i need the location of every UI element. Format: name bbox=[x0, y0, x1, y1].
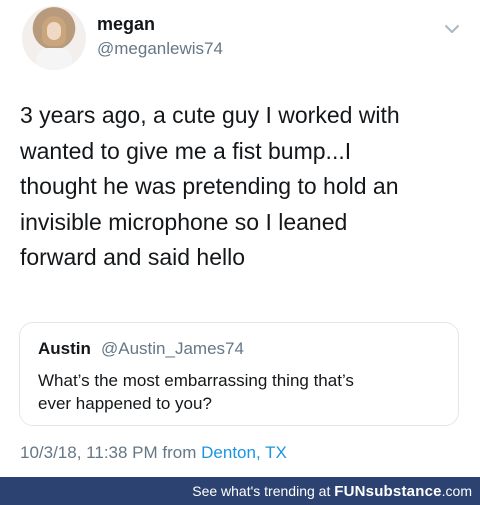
tweet-line: wanted to give me a fist bump...I bbox=[20, 137, 352, 164]
quoted-tweet-line: ever happened to you? bbox=[38, 394, 212, 413]
footer-text[interactable]: See what's trending at FUNsubstance.com bbox=[192, 483, 472, 500]
quoted-tweet[interactable]: Austin @Austin_James74 What’s the most e… bbox=[19, 322, 459, 426]
footer-prefix: See what's trending at bbox=[192, 483, 331, 499]
brand-tld: .com bbox=[441, 483, 472, 499]
tweet-line: forward and said hello bbox=[20, 244, 246, 270]
timestamp[interactable]: 10/3/18, 11:38 PM bbox=[20, 443, 158, 462]
footer-banner: See what's trending at FUNsubstance.com bbox=[0, 477, 480, 505]
avatar-face bbox=[47, 22, 61, 40]
brand-fun: FUN bbox=[334, 483, 366, 500]
tweet-text: 3 years ago, a cute guy I worked with wa… bbox=[20, 98, 470, 276]
avatar-shirt bbox=[36, 48, 72, 70]
chevron-down-icon[interactable] bbox=[442, 22, 462, 36]
user-handle[interactable]: @meganlewis74 bbox=[97, 39, 223, 59]
quoted-user-handle: @Austin_James74 bbox=[101, 339, 244, 358]
tweet-line: invisible microphone so I leaned bbox=[20, 208, 348, 235]
tweet-meta: 10/3/18, 11:38 PM from Denton, TX bbox=[20, 443, 287, 463]
quoted-tweet-text: What’s the most embarrassing thing that’… bbox=[38, 369, 438, 415]
brand-substance: substance bbox=[365, 483, 442, 500]
avatar[interactable] bbox=[22, 6, 86, 70]
location-link[interactable]: Denton, TX bbox=[201, 443, 287, 462]
footer-brand: FUNsubstance bbox=[334, 483, 441, 500]
quoted-tweet-line: What’s the most embarrassing thing that’… bbox=[38, 371, 354, 390]
user-name[interactable]: megan bbox=[97, 14, 155, 35]
quoted-user-name: Austin bbox=[38, 339, 91, 358]
tweet-line: 3 years ago, a cute guy I worked with bbox=[20, 102, 400, 128]
tweet-line: thought he was pretending to hold an bbox=[20, 173, 399, 199]
from-label: from bbox=[162, 443, 197, 462]
